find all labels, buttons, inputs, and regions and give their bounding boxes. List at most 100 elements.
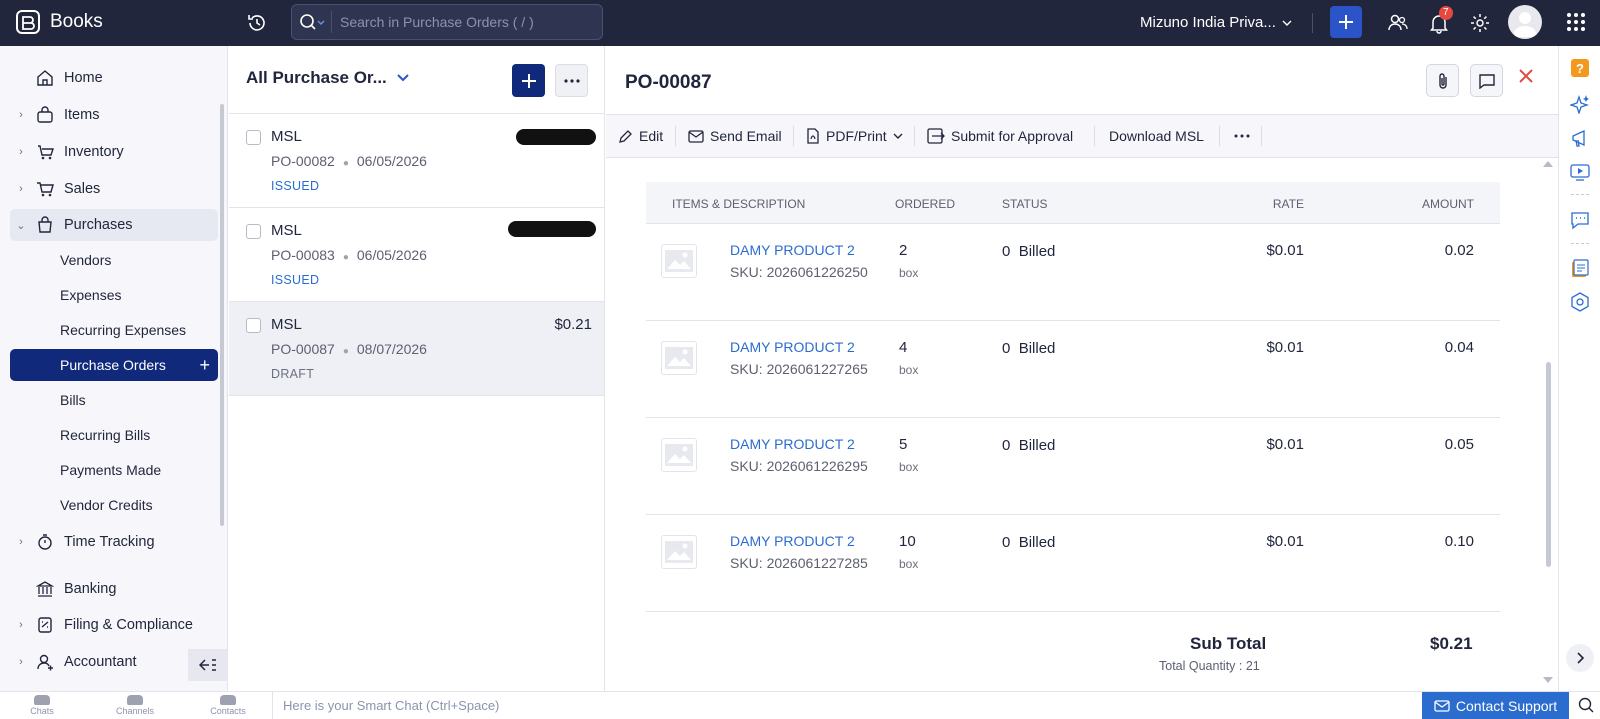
amount-value: 0.10: [1444, 533, 1474, 550]
sidebar-item-inventory[interactable]: › Inventory: [10, 136, 218, 168]
scroll-down-icon[interactable]: [1542, 676, 1554, 684]
video-tutorials-button[interactable]: [1570, 162, 1590, 182]
help-button[interactable]: ?: [1570, 58, 1590, 78]
contact-support-button[interactable]: Contact Support: [1422, 692, 1569, 719]
new-purchase-order-button[interactable]: [512, 64, 545, 97]
amount-value: 0.02: [1444, 242, 1474, 259]
list-item[interactable]: MSL PO-00082 ● 06/05/2026 ISSUED: [229, 114, 604, 208]
view-selector[interactable]: All Purchase Or...: [246, 68, 409, 88]
chevron-down-icon: ⌄: [16, 219, 26, 232]
sidebar-item-filing-compliance[interactable]: › Filing & Compliance: [10, 609, 218, 641]
toolbar-more-button[interactable]: [1234, 115, 1250, 157]
sidebar-subitem-purchase-orders[interactable]: Purchase Orders +: [10, 349, 218, 381]
app-name: Books: [50, 11, 103, 32]
app-grid-icon[interactable]: [1566, 12, 1586, 32]
sidebar-subitem-recurring-bills[interactable]: Recurring Bills: [10, 419, 218, 451]
sidebar-item-items[interactable]: › Items: [10, 99, 218, 131]
more-options-button[interactable]: [555, 64, 588, 97]
mail-icon: [688, 129, 704, 143]
sidebar-subitem-bills[interactable]: Bills: [10, 384, 218, 416]
organization-switcher[interactable]: Mizuno India Priva...: [1140, 14, 1292, 31]
pencil-icon: [619, 129, 632, 143]
product-name-link[interactable]: DAMY PRODUCT 2: [730, 339, 855, 355]
pdf-print-button[interactable]: PDF/Print: [806, 115, 903, 157]
vendor-name: MSL: [271, 316, 302, 333]
scroll-up-icon[interactable]: [1542, 160, 1554, 168]
add-purchase-order-icon[interactable]: +: [199, 355, 210, 376]
cart-icon: [37, 182, 54, 197]
sidebar-item-home[interactable]: Home: [10, 62, 218, 94]
ordered-unit: box: [899, 266, 919, 280]
app-brand[interactable]: Books: [14, 8, 103, 36]
download-msl-button[interactable]: Download MSL: [1109, 115, 1204, 157]
image-icon: [665, 347, 693, 369]
quick-create-button[interactable]: [1330, 6, 1362, 38]
history-icon[interactable]: [246, 12, 268, 34]
accountant-icon: [37, 654, 53, 671]
detail-scrollbar[interactable]: [1546, 362, 1551, 567]
mail-icon: [1434, 699, 1450, 712]
search-box[interactable]: Search in Purchase Orders ( / ): [291, 4, 603, 40]
notes-app-button[interactable]: [1570, 259, 1590, 279]
po-number: PO-00082: [271, 153, 335, 169]
product-sku: SKU: 2026061226295: [730, 458, 868, 474]
sidebar-subitem-vendors[interactable]: Vendors: [10, 244, 218, 276]
page-title: PO-00087: [625, 72, 712, 93]
plus-icon: [521, 73, 536, 88]
product-name-link[interactable]: DAMY PRODUCT 2: [730, 533, 855, 549]
sidebar-subitem-label: Purchase Orders: [60, 357, 166, 373]
chevron-down-icon: [1282, 20, 1292, 26]
stopwatch-icon: [38, 534, 52, 550]
smart-chat-input[interactable]: Here is your Smart Chat (Ctrl+Space): [272, 692, 1420, 719]
sidebar-subitem-expenses[interactable]: Expenses: [10, 279, 218, 311]
sidebar-subitem-payments-made[interactable]: Payments Made: [10, 454, 218, 486]
channels-tab[interactable]: Channels: [110, 695, 160, 716]
product-name-link[interactable]: DAMY PRODUCT 2: [730, 242, 855, 258]
header-status: STATUS: [1002, 197, 1048, 211]
sidebar-item-sales[interactable]: › Sales: [10, 173, 218, 205]
search-filter-dropdown[interactable]: [292, 11, 332, 33]
table-row: DAMY PRODUCT 2 SKU: 2026061226250 2 box …: [646, 224, 1500, 321]
po-number: PO-00083: [271, 247, 335, 263]
list-title: All Purchase Or...: [246, 68, 387, 87]
megaphone-icon: [1572, 129, 1585, 147]
ordered-qty: 2: [899, 242, 908, 259]
search-input[interactable]: Search in Purchase Orders ( / ): [332, 14, 534, 30]
row-checkbox[interactable]: [246, 224, 261, 239]
collapse-sidebar-button[interactable]: [188, 649, 228, 681]
edit-button[interactable]: Edit: [618, 115, 663, 157]
sidebar-item-purchases[interactable]: ⌄ Purchases: [10, 209, 218, 241]
chevron-right-icon: ›: [19, 619, 23, 631]
sidebar-item-accountant[interactable]: › Accountant: [10, 646, 218, 678]
list-header: All Purchase Or...: [229, 46, 604, 114]
compliance-icon: [38, 617, 52, 633]
expand-right-panel-button[interactable]: [1566, 644, 1594, 672]
avatar[interactable]: [1508, 5, 1542, 39]
sidebar-item-banking[interactable]: Banking: [10, 573, 218, 605]
send-email-button[interactable]: Send Email: [688, 115, 782, 157]
product-name-link[interactable]: DAMY PRODUCT 2: [730, 436, 855, 452]
comments-button[interactable]: [1470, 64, 1503, 97]
row-checkbox[interactable]: [246, 318, 261, 333]
announcements-button[interactable]: [1570, 128, 1590, 148]
integrations-button[interactable]: [1570, 292, 1590, 312]
sidebar-item-time-tracking[interactable]: › Time Tracking: [10, 526, 218, 558]
attachments-button[interactable]: [1426, 64, 1459, 97]
list-item[interactable]: MSL $0.21 PO-00087 ● 08/07/2026 DRAFT: [229, 302, 604, 396]
search-icon[interactable]: [1578, 697, 1594, 713]
chats-tab[interactable]: Chats: [17, 695, 67, 716]
sidebar-subitem-vendor-credits[interactable]: Vendor Credits: [10, 489, 218, 521]
users-icon[interactable]: [1387, 12, 1409, 34]
ai-assistant-button[interactable]: [1570, 94, 1590, 114]
close-icon[interactable]: [1518, 68, 1534, 84]
sidebar-item-label: Filing & Compliance: [64, 617, 193, 633]
status-badge: ISSUED: [271, 179, 320, 193]
submit-for-approval-button[interactable]: Submit for Approval: [927, 115, 1073, 157]
contacts-tab[interactable]: Contacts: [203, 695, 253, 716]
gear-icon[interactable]: [1469, 12, 1491, 34]
sidebar-scrollbar[interactable]: [220, 104, 224, 526]
row-checkbox[interactable]: [246, 130, 261, 145]
sidebar-subitem-recurring-expenses[interactable]: Recurring Expenses: [10, 314, 218, 346]
chat-button[interactable]: [1570, 210, 1590, 230]
list-item[interactable]: MSL PO-00083 ● 06/05/2026 ISSUED: [229, 208, 604, 302]
